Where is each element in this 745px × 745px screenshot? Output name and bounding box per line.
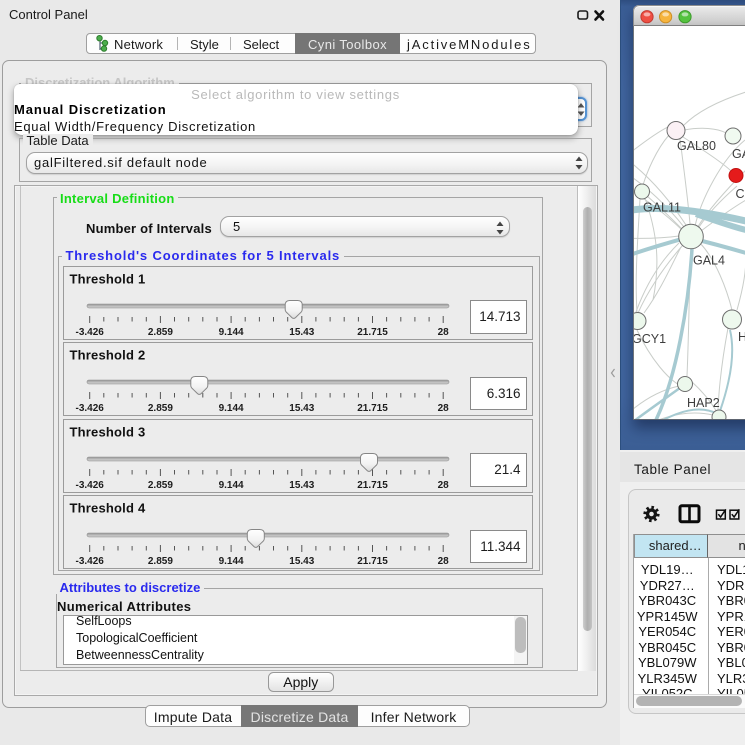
svg-text:15.43: 15.43 bbox=[289, 327, 314, 338]
svg-text:Threshold 2: Threshold 2 bbox=[70, 347, 146, 362]
svg-text:GAL80: GAL80 bbox=[677, 139, 716, 153]
svg-text:-3.426: -3.426 bbox=[76, 403, 105, 414]
svg-text:21.715: 21.715 bbox=[357, 403, 388, 414]
svg-text:GAL3: GAL3 bbox=[732, 147, 745, 161]
svg-text:2.859: 2.859 bbox=[148, 327, 173, 338]
svg-text:CDC19: CDC19 bbox=[736, 187, 745, 201]
svg-text:9.144: 9.144 bbox=[219, 403, 244, 414]
svg-text:HIS4: HIS4 bbox=[738, 330, 745, 344]
svg-text:-3.426: -3.426 bbox=[76, 327, 105, 338]
svg-text:9.144: 9.144 bbox=[219, 556, 244, 567]
svg-text:2.859: 2.859 bbox=[148, 556, 173, 567]
svg-text:2.859: 2.859 bbox=[148, 480, 173, 491]
svg-text:9.144: 9.144 bbox=[219, 327, 244, 338]
svg-text:GAL4: GAL4 bbox=[693, 253, 725, 267]
svg-text:28: 28 bbox=[438, 556, 450, 567]
svg-text:Threshold 4: Threshold 4 bbox=[70, 500, 146, 515]
svg-text:28: 28 bbox=[438, 403, 450, 414]
svg-text:GAL11: GAL11 bbox=[643, 200, 681, 214]
svg-text:21.715: 21.715 bbox=[357, 556, 388, 567]
svg-text:HAP2: HAP2 bbox=[687, 396, 720, 410]
svg-text:-3.426: -3.426 bbox=[76, 480, 105, 491]
svg-text:15.43: 15.43 bbox=[289, 556, 314, 567]
svg-text:15.43: 15.43 bbox=[289, 480, 314, 491]
svg-text:21.715: 21.715 bbox=[357, 327, 388, 338]
svg-text:28: 28 bbox=[438, 327, 450, 338]
svg-text:9.144: 9.144 bbox=[219, 480, 244, 491]
svg-text:Threshold 3: Threshold 3 bbox=[70, 424, 146, 439]
svg-text:28: 28 bbox=[438, 480, 450, 491]
svg-text:15.43: 15.43 bbox=[289, 403, 314, 414]
svg-text:2.859: 2.859 bbox=[148, 403, 173, 414]
svg-text:21.715: 21.715 bbox=[357, 480, 388, 491]
svg-text:-3.426: -3.426 bbox=[76, 556, 105, 567]
svg-text:GCY1: GCY1 bbox=[634, 332, 666, 346]
svg-text:Threshold 1: Threshold 1 bbox=[70, 271, 146, 286]
